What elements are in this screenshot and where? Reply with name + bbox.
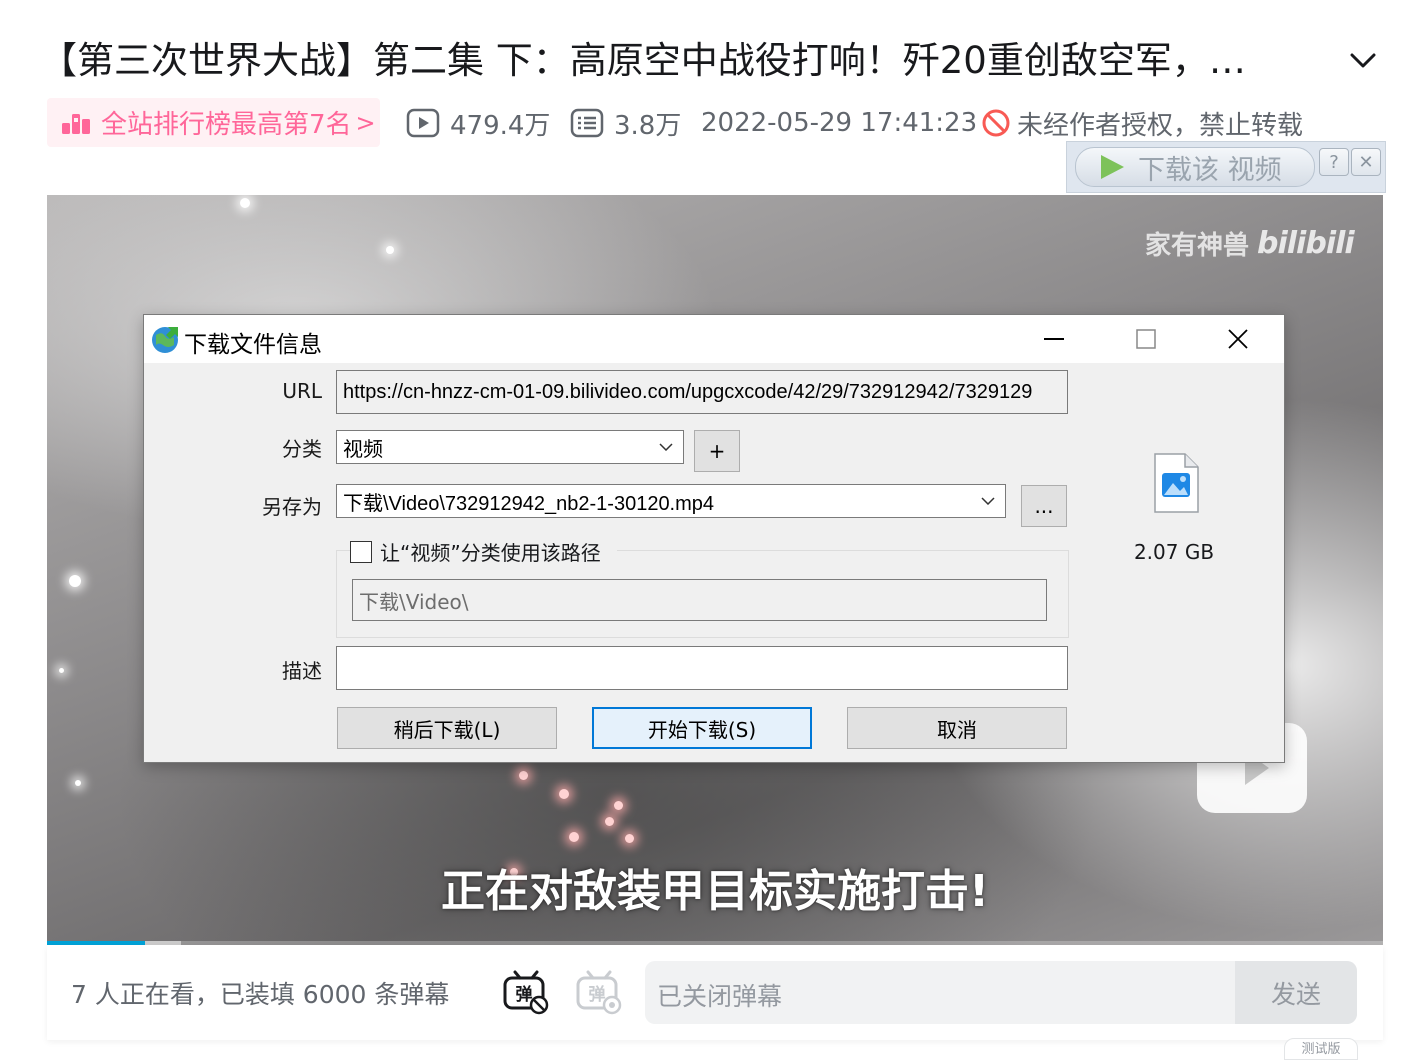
chevron-right-icon: > <box>355 108 376 137</box>
bokeh-light <box>605 817 614 826</box>
bokeh-light <box>625 834 634 843</box>
category-path-field: 下载\Video\ <box>352 579 1047 621</box>
rank-badge[interactable]: 全站排行榜最高第7名 > <box>47 98 380 147</box>
chevron-down-icon <box>659 443 673 451</box>
send-danmaku-button[interactable]: 发送 <box>1235 961 1357 1024</box>
use-path-checkbox-label: 让“视频”分类使用该路径 <box>380 541 601 565</box>
danmaku-count: 3.8万 <box>570 98 681 148</box>
watermark-text: 家有神兽 <box>1145 231 1250 261</box>
bokeh-light <box>386 246 394 254</box>
danmaku-icon <box>570 108 604 138</box>
danmaku-toggle-button[interactable]: 弹 <box>501 967 551 1017</box>
bokeh-light <box>519 771 528 780</box>
copyright-text: 未经作者授权，禁止转载 <box>1017 110 1304 141</box>
saveas-select[interactable]: 下载\Video\732912942_nb2-1-30120.mp4 <box>336 484 1006 518</box>
idm-close-button[interactable]: ✕ <box>1351 148 1381 176</box>
dialog-title: 下载文件信息 <box>184 332 322 358</box>
maximize-button[interactable] <box>1100 315 1192 363</box>
view-count-value: 479.4万 <box>450 110 551 141</box>
rank-badge-label: 全站排行榜最高第7名 <box>101 110 352 140</box>
idm-download-label: 下载该 视频 <box>1138 154 1282 186</box>
chevron-down-icon <box>1350 53 1376 68</box>
browse-button[interactable]: ... <box>1021 485 1067 527</box>
svg-text:弹: 弹 <box>589 984 606 1005</box>
close-button[interactable] <box>1192 315 1284 363</box>
description-label: 描述 <box>282 659 322 683</box>
image-file-icon <box>1154 453 1199 513</box>
publish-time: 2022-05-29 17:41:23 <box>701 108 978 138</box>
video-title: 【第三次世界大战】第二集 下：高原空中战役打响！歼20重创敌空军，… <box>40 39 1246 82</box>
maximize-icon <box>1136 329 1156 349</box>
rank-chart-icon <box>61 111 91 135</box>
danmaku-bar: 7 人正在看，已装填 6000 条弹幕 弹 弹 已关闭弹幕 发送 <box>47 945 1383 1040</box>
minimize-button[interactable] <box>1008 315 1100 363</box>
saveas-label: 另存为 <box>262 495 322 519</box>
view-count: 479.4万 <box>406 98 550 148</box>
category-select[interactable]: 视频 <box>336 430 684 464</box>
idm-help-button[interactable]: ? <box>1319 148 1349 176</box>
bokeh-light <box>75 780 81 786</box>
dialog-titlebar[interactable]: 下载文件信息 <box>144 315 1284 363</box>
minimize-icon <box>1044 338 1064 340</box>
idm-download-video-button[interactable]: 下载该 视频 <box>1075 147 1315 187</box>
viewers-text: 7 人正在看，已装填 6000 条弹幕 <box>71 980 450 1009</box>
url-label: URL <box>282 379 322 403</box>
file-size: 2.07 GB <box>1133 540 1215 564</box>
close-icon: ✕ <box>1358 151 1374 173</box>
download-file-info-dialog: 下载文件信息 URL https://cn-hnzz-cm-01-09.bili… <box>143 314 1285 763</box>
bokeh-light <box>559 789 569 799</box>
danmaku-settings-button[interactable]: 弹 <box>574 967 624 1017</box>
danmaku-settings-icon: 弹 <box>576 970 622 1015</box>
help-icon: ? <box>1329 151 1339 173</box>
video-watermark: 家有神兽 bilibili <box>1145 225 1355 262</box>
bokeh-light <box>569 832 579 842</box>
bokeh-light <box>240 198 250 208</box>
idm-download-panel: 下载该 视频 ? ✕ <box>1066 141 1386 193</box>
use-path-checkbox[interactable] <box>350 540 372 563</box>
chevron-down-icon <box>981 497 995 505</box>
category-select-value: 视频 <box>343 438 383 461</box>
url-field[interactable]: https://cn-hnzz-cm-01-09.bilivideo.com/u… <box>336 370 1068 414</box>
bokeh-light <box>69 575 81 587</box>
close-icon <box>1228 329 1248 349</box>
cancel-button[interactable]: 取消 <box>847 707 1067 749</box>
danmaku-input[interactable]: 已关闭弹幕 发送 <box>645 961 1357 1024</box>
svg-text:弹: 弹 <box>516 984 533 1005</box>
category-label: 分类 <box>282 437 322 461</box>
bokeh-light <box>59 668 64 673</box>
start-download-button[interactable]: 开始下载(S) <box>592 707 812 749</box>
play-count-icon <box>406 108 440 138</box>
bokeh-light <box>614 801 623 810</box>
bilibili-logo: bilibili <box>1257 226 1355 261</box>
danmaku-input-placeholder: 已关闭弹幕 <box>657 982 783 1011</box>
forbid-icon <box>982 109 1010 137</box>
download-later-button[interactable]: 稍后下载(L) <box>337 707 557 749</box>
idm-globe-icon <box>152 327 178 353</box>
saveas-select-value: 下载\Video\732912942_nb2-1-30120.mp4 <box>343 492 715 515</box>
danmaku-on-icon: 弹 <box>503 970 549 1015</box>
play-arrow-icon <box>1101 155 1124 179</box>
beta-tag[interactable]: 测试版 <box>1284 1038 1358 1060</box>
add-category-button[interactable]: + <box>694 430 740 472</box>
expand-title-button[interactable] <box>1346 44 1380 78</box>
description-input[interactable] <box>336 646 1068 690</box>
use-path-checkbox-row[interactable]: 让“视频”分类使用该路径 <box>350 537 617 566</box>
danmaku-count-value: 3.8万 <box>614 110 682 141</box>
video-subtitle: 正在对敌装甲目标实施打击! <box>440 866 990 917</box>
